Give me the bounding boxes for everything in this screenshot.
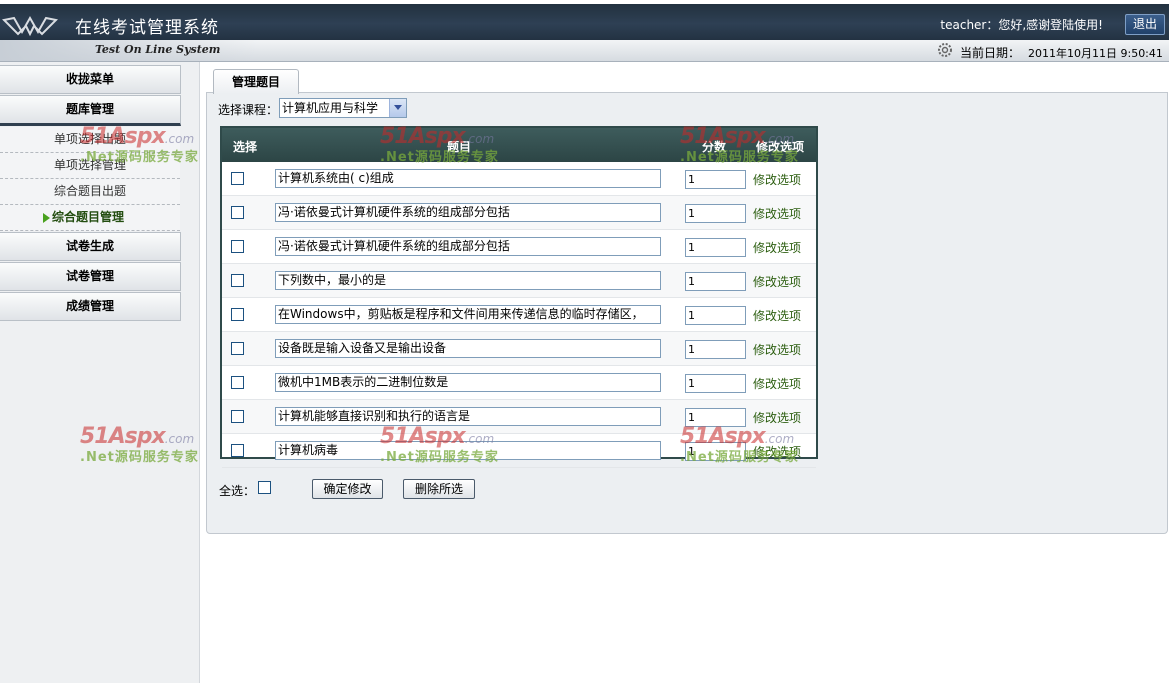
edit-options-link[interactable]: 修改选项 [753, 409, 801, 426]
question-field[interactable]: 计算机能够直接识别和执行的语言是 [275, 407, 661, 426]
sidebar-item-paper-manage[interactable]: 试卷管理 [0, 262, 181, 291]
table-row: 在Windows中，剪贴板是程序和文件间用来传递信息的临时存储区， 1 修改选项 [222, 298, 816, 332]
table-row: 微机中1MB表示的二进制位数是 1 修改选项 [222, 366, 816, 400]
edit-options-link[interactable]: 修改选项 [753, 205, 801, 222]
course-select[interactable]: 计算机应用与科学 [279, 98, 407, 118]
score-field[interactable]: 1 [685, 442, 746, 461]
row-checkbox[interactable] [231, 172, 244, 185]
app-subtitle: Test On Line System [95, 43, 221, 56]
table-row: 计算机系统由( c)组成 1 修改选项 [222, 162, 816, 196]
sub-bar: Test On Line System 当前日期： 2011年10月11日 9:… [0, 40, 1169, 62]
sidebar-subitem-comp-create[interactable]: 综合题目出题 [0, 179, 180, 205]
question-field[interactable]: 微机中1MB表示的二进制位数是 [275, 373, 661, 392]
sidebar-subitem-comp-manage[interactable]: 综合题目管理 [0, 205, 180, 231]
question-field[interactable]: 下列数中，最小的是 [275, 271, 661, 290]
sidebar-subitem-label: 综合题目管理 [52, 210, 125, 224]
logo-icon [2, 15, 58, 37]
course-label: 选择课程： [218, 103, 279, 117]
score-field[interactable]: 1 [685, 340, 746, 359]
sidebar: 收拢菜单 题库管理 单项选择出题 单项选择管理 综合题目出题 综合题目管理 试卷… [0, 62, 200, 683]
sidebar-item-collapse[interactable]: 收拢菜单 [0, 65, 181, 94]
score-field[interactable]: 1 [685, 374, 746, 393]
app-title: 在线考试管理系统 [75, 18, 219, 38]
score-field[interactable]: 1 [685, 204, 746, 223]
logout-button[interactable]: 退出 [1125, 14, 1165, 35]
question-field[interactable]: 设备既是输入设备又是输出设备 [275, 339, 661, 358]
table-row: 计算机能够直接识别和执行的语言是 1 修改选项 [222, 400, 816, 434]
row-checkbox[interactable] [231, 444, 244, 457]
tab-manage-questions[interactable]: 管理题目 [213, 69, 299, 94]
table-row: 设备既是输入设备又是输出设备 1 修改选项 [222, 332, 816, 366]
row-checkbox[interactable] [231, 342, 244, 355]
gear-icon [938, 43, 952, 57]
select-all-label: 全选： [219, 484, 256, 498]
score-field[interactable]: 1 [685, 272, 746, 291]
table-header: 选择 题目 分数 修改选项 [222, 128, 816, 162]
sidebar-item-question-bank[interactable]: 题库管理 [0, 95, 181, 126]
course-select-value: 计算机应用与科学 [282, 101, 379, 115]
confirm-edit-button[interactable]: 确定修改 [312, 479, 383, 499]
score-field[interactable]: 1 [685, 170, 746, 189]
column-header-question: 题目 [447, 140, 472, 154]
welcome-text: teacher：您好,感谢登陆使用! [940, 18, 1103, 32]
table-row: 冯·诺依曼式计算机硬件系统的组成部分包括 1 修改选项 [222, 196, 816, 230]
date-label: 当前日期： [960, 46, 1021, 60]
sidebar-item-score-manage[interactable]: 成绩管理 [0, 292, 181, 321]
row-checkbox[interactable] [231, 206, 244, 219]
column-header-select: 选择 [233, 140, 258, 154]
top-bar: 在线考试管理系统 teacher：您好,感谢登陆使用! 退出 [0, 4, 1169, 40]
select-all-checkbox[interactable] [258, 481, 271, 494]
table-row: 冯·诺依曼式计算机硬件系统的组成部分包括 1 修改选项 [222, 230, 816, 264]
edit-options-link[interactable]: 修改选项 [753, 375, 801, 392]
table-row: 下列数中，最小的是 1 修改选项 [222, 264, 816, 298]
table-body: 计算机系统由( c)组成 1 修改选项 冯·诺依曼式计算机硬件系统的组成部分包括 1 修改… [222, 162, 816, 468]
question-field[interactable]: 计算机病毒 [275, 441, 661, 460]
row-checkbox[interactable] [231, 274, 244, 287]
question-field[interactable]: 冯·诺依曼式计算机硬件系统的组成部分包括 [275, 203, 661, 222]
date-value: 2011年10月11日 9:50:41 [1028, 47, 1163, 60]
table-row: 计算机病毒 1 修改选项 [222, 434, 816, 468]
sidebar-subitem-single-create[interactable]: 单项选择出题 [0, 127, 180, 153]
edit-options-link[interactable]: 修改选项 [753, 273, 801, 290]
question-field[interactable]: 计算机系统由( c)组成 [275, 169, 661, 188]
score-field[interactable]: 1 [685, 408, 746, 427]
score-field[interactable]: 1 [685, 306, 746, 325]
edit-options-link[interactable]: 修改选项 [753, 443, 801, 460]
row-checkbox[interactable] [231, 308, 244, 321]
column-header-score: 分数 [702, 140, 727, 154]
chevron-down-icon[interactable] [389, 99, 406, 117]
arrow-right-icon [43, 213, 50, 223]
row-checkbox[interactable] [231, 376, 244, 389]
question-field[interactable]: 在Windows中，剪贴板是程序和文件间用来传递信息的临时存储区， [275, 305, 661, 324]
delete-selected-button[interactable]: 删除所选 [403, 479, 475, 499]
row-checkbox[interactable] [231, 410, 244, 423]
edit-options-link[interactable]: 修改选项 [753, 307, 801, 324]
edit-options-link[interactable]: 修改选项 [753, 239, 801, 256]
header: 在线考试管理系统 teacher：您好,感谢登陆使用! 退出 Test On L… [0, 0, 1169, 62]
edit-options-link[interactable]: 修改选项 [753, 171, 801, 188]
sidebar-subitem-single-manage[interactable]: 单项选择管理 [0, 153, 180, 179]
score-field[interactable]: 1 [685, 238, 746, 257]
column-header-edit: 修改选项 [756, 140, 805, 154]
sidebar-item-generate-paper[interactable]: 试卷生成 [0, 232, 181, 261]
row-checkbox[interactable] [231, 240, 244, 253]
sidebar-submenu: 单项选择出题 单项选择管理 综合题目出题 综合题目管理 [0, 127, 180, 231]
question-table: 选择 题目 分数 修改选项 计算机系统由( c)组成 1 修改选项 冯·诺依曼式计算机… [220, 126, 818, 468]
edit-options-link[interactable]: 修改选项 [753, 341, 801, 358]
question-field[interactable]: 冯·诺依曼式计算机硬件系统的组成部分包括 [275, 237, 661, 256]
